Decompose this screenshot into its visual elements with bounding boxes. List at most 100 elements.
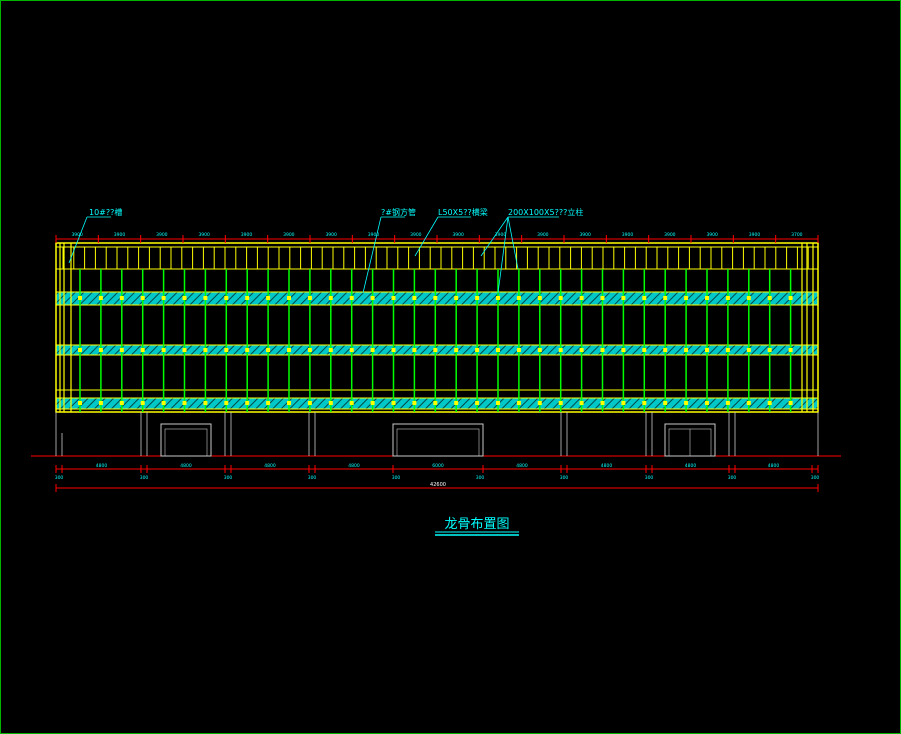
- connector-node: [203, 296, 208, 300]
- connector-node: [767, 401, 772, 405]
- connector-node: [621, 348, 626, 352]
- top-dim-text: 3900: [622, 232, 634, 238]
- connector-node: [558, 348, 563, 352]
- connector-node: [684, 348, 689, 352]
- connector-node: [475, 348, 480, 352]
- connector-node: [287, 401, 291, 405]
- bottom-dim-text: 4800: [96, 463, 108, 469]
- connector-node: [203, 348, 208, 352]
- connector-node: [705, 401, 709, 405]
- connector-node: [140, 348, 145, 352]
- connector-node: [705, 348, 709, 352]
- connector-node: [391, 296, 396, 300]
- connector-node: [78, 348, 82, 352]
- connector-node: [433, 401, 438, 405]
- connector-node: [705, 296, 709, 300]
- connector-node: [788, 401, 793, 405]
- connector-node: [266, 348, 271, 352]
- connector-node: [496, 401, 500, 405]
- facade-outline: [55, 242, 819, 413]
- connector-node: [182, 296, 187, 300]
- connector-node: [454, 348, 459, 352]
- bottom-dim-text: 4800: [601, 463, 613, 469]
- bottom-dim-text: 4800: [516, 463, 528, 469]
- bottom-dim-text: 4800: [264, 463, 276, 469]
- connector-node: [516, 296, 521, 300]
- bottom-sub-dim-text: 300: [140, 475, 149, 481]
- connector-node: [119, 296, 124, 300]
- connector-node: [621, 401, 626, 405]
- bottom-sub-dim-text: 300: [728, 475, 737, 481]
- connector-node: [496, 348, 500, 352]
- connector-node: [558, 296, 563, 300]
- bottom-sub-dim-text: 300: [224, 475, 233, 481]
- connector-node: [78, 296, 82, 300]
- connector-node: [725, 401, 730, 405]
- connector-node: [600, 401, 605, 405]
- connector-node: [433, 296, 438, 300]
- connector-node: [537, 401, 542, 405]
- connector-node: [370, 348, 375, 352]
- connector-node: [621, 296, 626, 300]
- connector-node: [454, 401, 459, 405]
- connector-node: [245, 296, 250, 300]
- connector-node: [642, 348, 647, 352]
- door-inner: [164, 428, 208, 457]
- connector-node: [600, 348, 605, 352]
- bottom-sub-dim-text: 300: [55, 475, 64, 481]
- top-dim-text: 3900: [452, 232, 464, 238]
- connector-node: [642, 296, 647, 300]
- top-dim-text: 3900: [241, 232, 253, 238]
- connector-node: [140, 401, 145, 405]
- elevation-drawing: 10#??槽 ?#钢方管 L50X5??横梁 200X100X5???立柱 龙骨…: [31, 207, 841, 536]
- connector-node: [119, 348, 124, 352]
- connector-node: [391, 401, 396, 405]
- connector-node: [725, 296, 730, 300]
- connector-node: [140, 296, 145, 300]
- top-dim-text: 3700: [791, 232, 803, 238]
- connector-node: [767, 348, 772, 352]
- connector-node: [307, 296, 312, 300]
- connector-node: [558, 401, 563, 405]
- connector-node: [349, 296, 354, 300]
- connector-node: [161, 348, 166, 352]
- connector-node: [98, 296, 103, 300]
- connector-node: [684, 401, 689, 405]
- top-dim-text: 3900: [156, 232, 168, 238]
- connector-node: [663, 296, 668, 300]
- connector-node: [746, 401, 751, 405]
- top-dim-text: 3900: [749, 232, 761, 238]
- connector-node: [224, 296, 229, 300]
- connector-node: [287, 296, 291, 300]
- connector-node: [684, 296, 689, 300]
- connector-node: [475, 401, 480, 405]
- connector-node: [245, 348, 250, 352]
- connector-node: [412, 348, 417, 352]
- connector-node: [746, 348, 751, 352]
- door-inner: [396, 428, 480, 457]
- connector-node: [516, 348, 521, 352]
- connector-node: [182, 401, 187, 405]
- top-dim-text: 3900: [198, 232, 210, 238]
- connector-node: [767, 296, 772, 300]
- connector-node: [328, 296, 333, 300]
- top-dim-text: 3900: [283, 232, 295, 238]
- callout-channel-label: 10#??槽: [89, 207, 122, 217]
- connector-node: [746, 296, 751, 300]
- callout-leader: [497, 216, 509, 294]
- connector-node: [328, 348, 333, 352]
- bottom-dim-text: 4800: [180, 463, 192, 469]
- bottom-dim-text: 6000: [432, 463, 444, 469]
- connector-node: [98, 348, 103, 352]
- connector-node: [579, 401, 584, 405]
- connector-node: [600, 296, 605, 300]
- connector-node: [391, 348, 396, 352]
- bottom-sub-dim-text: 300: [476, 475, 485, 481]
- cad-viewport[interactable]: 10#??槽 ?#钢方管 L50X5??横梁 200X100X5???立柱 龙骨…: [0, 0, 901, 734]
- connector-node: [496, 296, 500, 300]
- bottom-sub-dim-text: 300: [811, 475, 820, 481]
- connector-node: [370, 401, 375, 405]
- connector-node: [245, 401, 250, 405]
- bottom-dim-text: 4800: [685, 463, 697, 469]
- top-dim-text: 3900: [325, 232, 337, 238]
